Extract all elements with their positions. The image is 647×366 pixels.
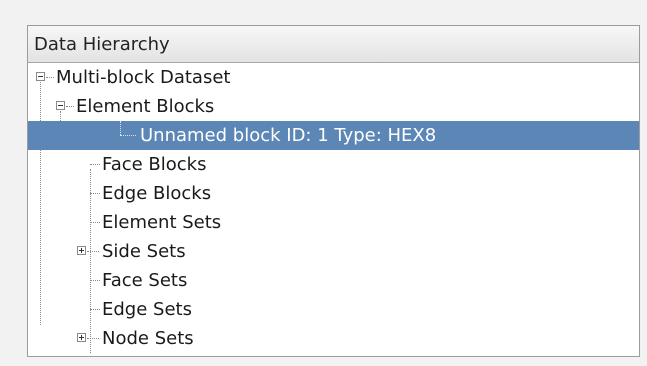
tree-item-multi-block-dataset[interactable]: Multi-block Dataset xyxy=(28,63,639,92)
collapse-icon[interactable] xyxy=(36,72,45,81)
tree-children-connector xyxy=(90,169,91,353)
tree-item-label: Face Sets xyxy=(102,270,188,291)
tree-branch-line xyxy=(120,135,136,136)
expand-icon[interactable] xyxy=(77,333,86,342)
tree-item-node-sets[interactable]: Node Sets xyxy=(28,324,639,353)
tree-item-face-blocks[interactable]: Face Blocks xyxy=(28,150,639,179)
tree-item-element-blocks[interactable]: Element Blocks xyxy=(28,92,639,121)
tree-branch-line xyxy=(87,338,99,339)
tree-branch-line xyxy=(66,106,74,107)
tree-branch-line xyxy=(46,77,54,78)
tree-item-unnamed-block[interactable]: Unnamed block ID: 1 Type: HEX8 xyxy=(28,121,639,150)
tree-branch-line xyxy=(87,251,99,252)
tree-item-element-sets[interactable]: Element Sets xyxy=(28,208,639,237)
tree-item-label: Side Sets xyxy=(102,241,186,262)
tree-item-label: Element Blocks xyxy=(76,96,215,117)
tree-item-label: Unnamed block ID: 1 Type: HEX8 xyxy=(140,125,437,146)
hierarchy-tree: Multi-block Dataset Element Blocks Unnam… xyxy=(28,63,639,353)
tree-branch-line xyxy=(90,309,100,310)
tree-branch-line xyxy=(90,193,100,194)
tree-item-side-sets[interactable]: Side Sets xyxy=(28,237,639,266)
tree-branch-line xyxy=(90,222,100,223)
tree-item-face-sets[interactable]: Face Sets xyxy=(28,266,639,295)
tree-branch-line xyxy=(90,164,100,165)
tree-item-edge-blocks[interactable]: Edge Blocks xyxy=(28,179,639,208)
tree-item-label: Multi-block Dataset xyxy=(56,67,231,88)
tree-item-label: Node Sets xyxy=(102,328,194,349)
panel-header[interactable]: Data Hierarchy xyxy=(28,26,639,63)
collapse-icon[interactable] xyxy=(56,101,65,110)
tree-item-edge-sets[interactable]: Edge Sets xyxy=(28,295,639,324)
tree-item-label: Edge Blocks xyxy=(102,183,212,204)
expand-icon[interactable] xyxy=(77,246,86,255)
tree-branch-line xyxy=(90,280,100,281)
tree-item-label: Face Blocks xyxy=(102,154,207,175)
panel-header-label: Data Hierarchy xyxy=(34,33,170,55)
tree-item-label: Edge Sets xyxy=(102,299,192,320)
tree-item-label: Element Sets xyxy=(102,212,222,233)
data-hierarchy-panel: Data Hierarchy Multi-block Dataset Eleme… xyxy=(27,25,640,357)
tree-leaf-connector xyxy=(120,121,121,135)
